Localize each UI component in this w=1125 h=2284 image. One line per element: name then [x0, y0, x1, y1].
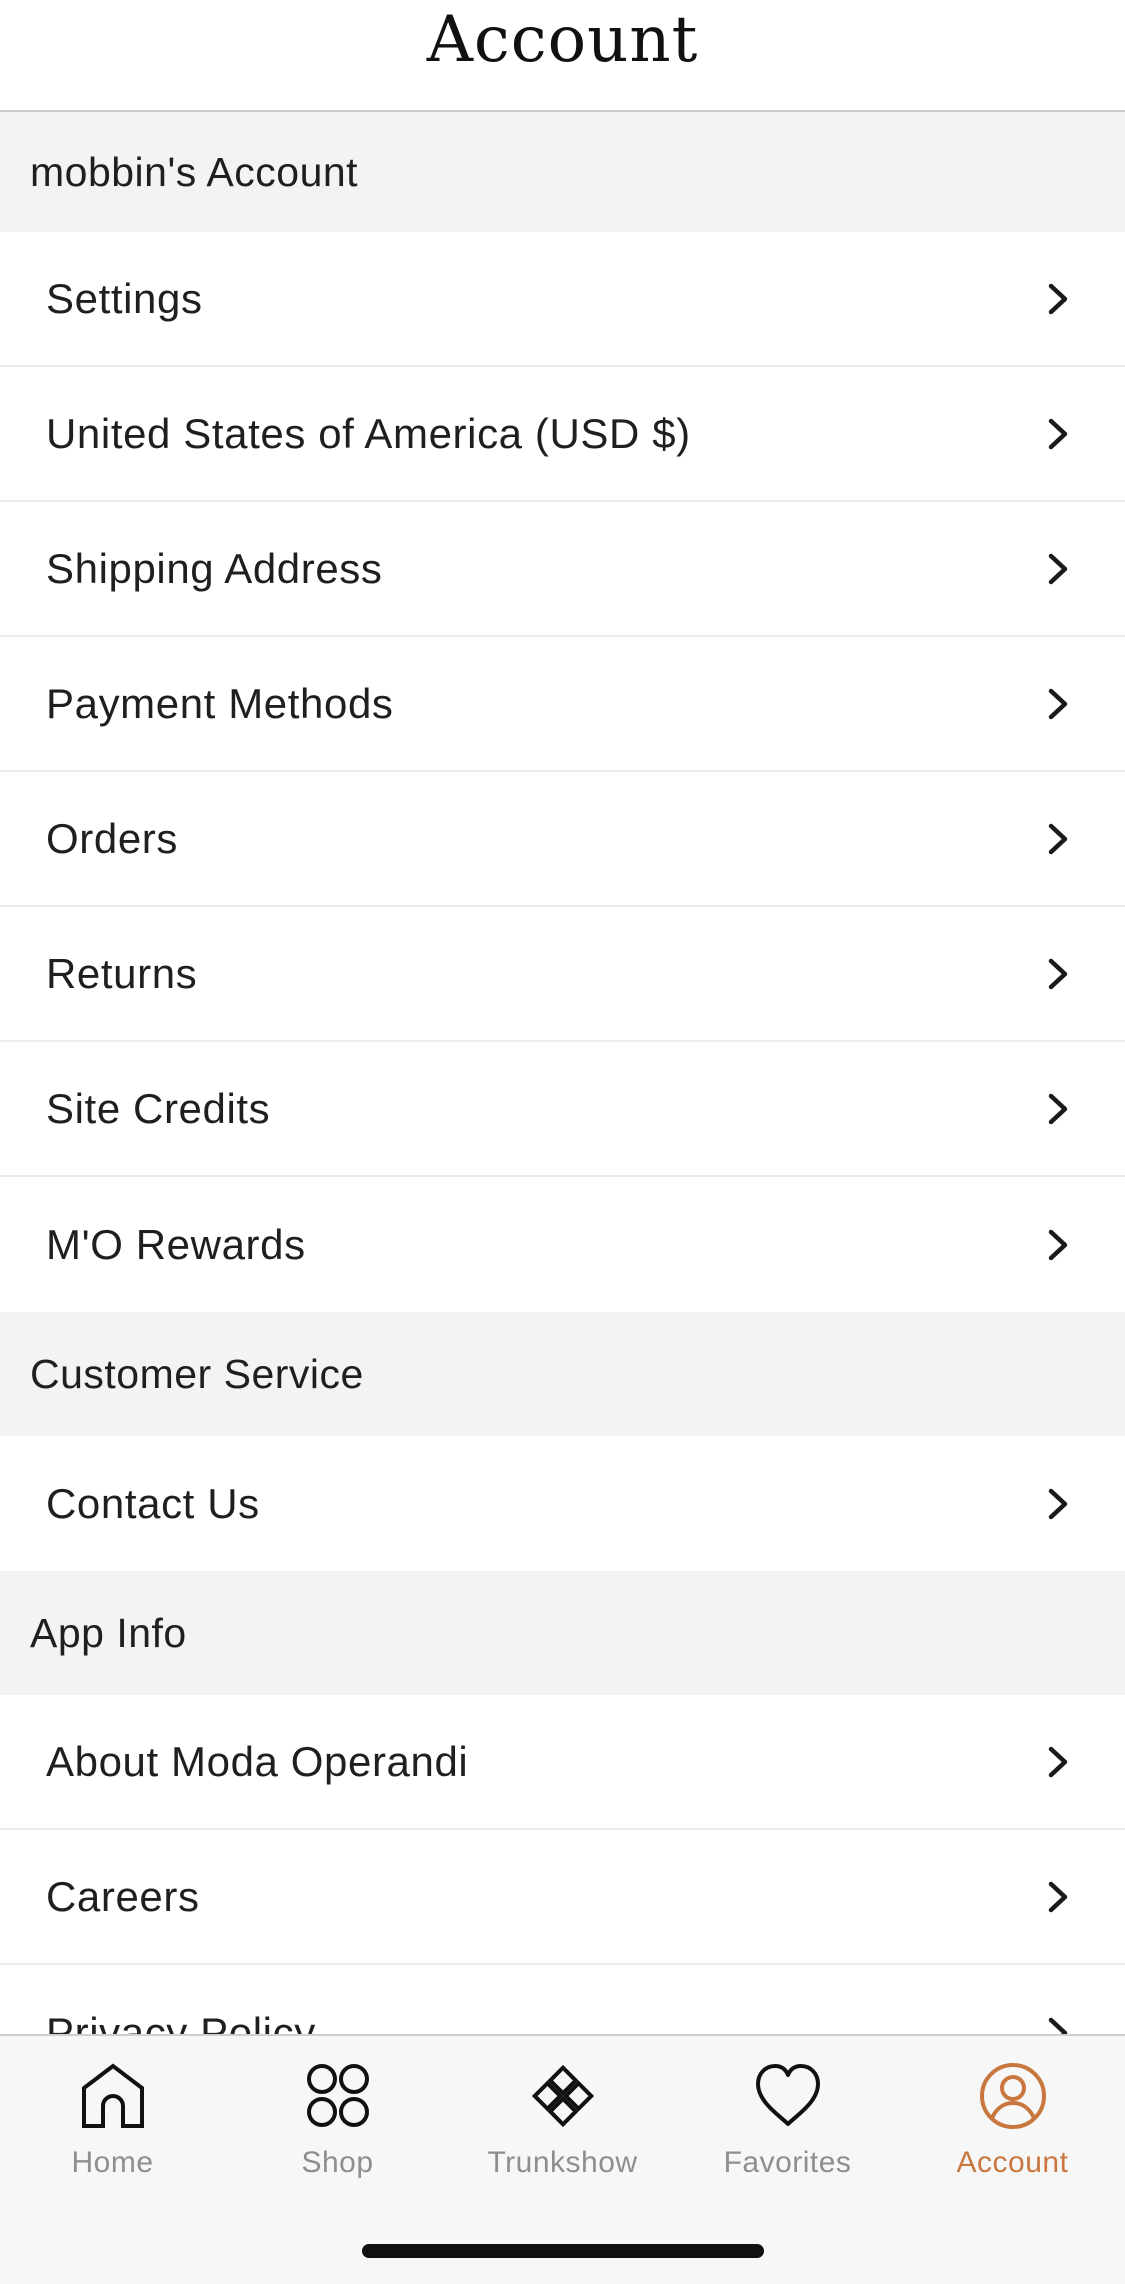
row-label: Shipping Address — [46, 544, 383, 592]
chevron-right-icon — [1041, 687, 1075, 721]
row-payment-methods[interactable]: Payment Methods — [0, 637, 1125, 772]
nav-header: Account — [0, 0, 1125, 112]
row-shipping-address[interactable]: Shipping Address — [0, 502, 1125, 637]
chevron-right-icon — [1041, 822, 1075, 856]
chevron-right-icon — [1041, 957, 1075, 991]
tab-home[interactable]: Home — [0, 2060, 225, 2186]
tab-trunkshow[interactable]: Trunkshow — [450, 2060, 675, 2186]
row-about[interactable]: About Moda Operandi — [0, 1695, 1125, 1830]
row-label: Contact Us — [46, 1479, 260, 1527]
tab-account[interactable]: Account — [900, 2060, 1125, 2186]
tab-label: Shop — [301, 2146, 374, 2179]
home-indicator — [362, 2244, 764, 2258]
chevron-right-icon — [1041, 1880, 1075, 1914]
chevron-right-icon — [1041, 1228, 1075, 1262]
tab-favorites[interactable]: Favorites — [675, 2060, 900, 2186]
page-title: Account — [426, 3, 699, 77]
section-header-account: mobbin's Account — [0, 112, 1125, 232]
home-icon — [81, 2063, 144, 2128]
row-site-credits[interactable]: Site Credits — [0, 1042, 1125, 1177]
user-circle-icon — [979, 2063, 1046, 2129]
row-label: Returns — [46, 949, 198, 997]
tab-label: Home — [71, 2146, 154, 2179]
grid-circles-icon — [306, 2064, 369, 2127]
chevron-right-icon — [1041, 1487, 1075, 1521]
chevron-right-icon — [1041, 2016, 1075, 2034]
diamond-grid-icon — [531, 2064, 594, 2128]
row-label: Payment Methods — [46, 679, 394, 727]
row-privacy-policy[interactable]: Privacy Policy — [0, 1965, 1125, 2034]
section-header-customer-service: Customer Service — [0, 1312, 1125, 1436]
chevron-right-icon — [1041, 282, 1075, 316]
chevron-right-icon — [1041, 417, 1075, 451]
tab-shop[interactable]: Shop — [225, 2060, 450, 2186]
row-careers[interactable]: Careers — [0, 1830, 1125, 1965]
row-label: About Moda Operandi — [46, 1737, 469, 1785]
row-label: United States of America (USD $) — [46, 409, 691, 457]
chevron-right-icon — [1041, 1092, 1075, 1126]
row-label: Careers — [46, 1872, 200, 1920]
row-contact-us[interactable]: Contact Us — [0, 1436, 1125, 1571]
chevron-right-icon — [1041, 552, 1075, 586]
tab-label: Account — [956, 2146, 1069, 2179]
row-label: Site Credits — [46, 1084, 271, 1132]
row-currency[interactable]: United States of America (USD $) — [0, 367, 1125, 502]
heart-icon — [755, 2064, 820, 2126]
row-mo-rewards[interactable]: M'O Rewards — [0, 1177, 1125, 1312]
chevron-right-icon — [1041, 1745, 1075, 1779]
row-label: Orders — [46, 814, 178, 862]
account-list[interactable]: mobbin's Account Settings United States … — [0, 112, 1125, 2034]
row-label: Settings — [46, 274, 203, 322]
row-returns[interactable]: Returns — [0, 907, 1125, 1042]
row-label: M'O Rewards — [46, 1220, 306, 1268]
row-settings[interactable]: Settings — [0, 232, 1125, 367]
row-orders[interactable]: Orders — [0, 772, 1125, 907]
tab-label: Favorites — [723, 2146, 852, 2179]
row-label: Privacy Policy — [46, 2008, 316, 2035]
section-header-app-info: App Info — [0, 1571, 1125, 1695]
tab-label: Trunkshow — [487, 2146, 638, 2179]
